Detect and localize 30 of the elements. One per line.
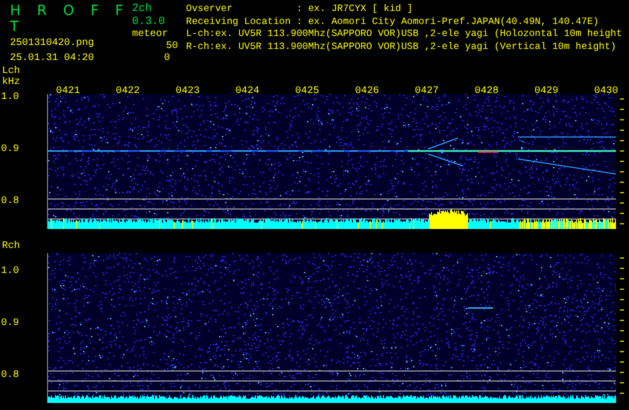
frequency-label: 0.8: [1, 196, 20, 208]
unit-label: kHz: [2, 77, 22, 88]
time-label: 0427: [414, 86, 439, 97]
mode-label: meteor: [132, 29, 170, 41]
info-line: L-ch:ex. UV5R 113.900Mhz(SAPPORO VOR)USB ,2-ele yagi (Holozontal 10m height: [186, 28, 624, 40]
channel-label: Lch: [2, 66, 22, 77]
time-label: 0425: [295, 86, 320, 97]
frequency-label: 1.0: [1, 92, 20, 104]
time-label: 0426: [355, 86, 379, 97]
time-label: 0423: [176, 86, 200, 97]
frequency-label: 0.9: [1, 144, 20, 156]
channel-label: Rch: [2, 241, 22, 252]
time-label: 0424: [235, 86, 260, 97]
meteor-count: 0: [162, 53, 171, 65]
time-label: 0421: [56, 86, 80, 97]
info-line: Receiving Location : ex. Aomori City Aomori-Pref.JAPAN(40.49N, 140.47E): [186, 16, 600, 28]
time-label: 0422: [116, 86, 140, 97]
app-title: H R O F F T: [10, 3, 128, 35]
time-label: 0429: [534, 86, 558, 97]
info-line: R-ch:ex. UV5R 113.900Mhz(SAPPORO VOR)USB ,2-ele yagi (Vertical 10m height): [186, 40, 618, 53]
time-label: 0428: [474, 86, 499, 97]
time-label: 0430: [594, 86, 618, 97]
frequency-label: 0.8: [1, 370, 20, 382]
date-time: 25.01.31 04:20: [10, 53, 96, 65]
meteor-count: 50: [164, 41, 179, 53]
frequency-label: 0.9: [1, 318, 20, 330]
file-name: 2501310420.png: [10, 38, 96, 50]
info-line: Ovserver : ex. JR7CYX [ kid ]: [186, 3, 414, 16]
version-label: 2ch 0.3.0: [132, 3, 166, 29]
frequency-label: 1.0: [1, 266, 20, 278]
